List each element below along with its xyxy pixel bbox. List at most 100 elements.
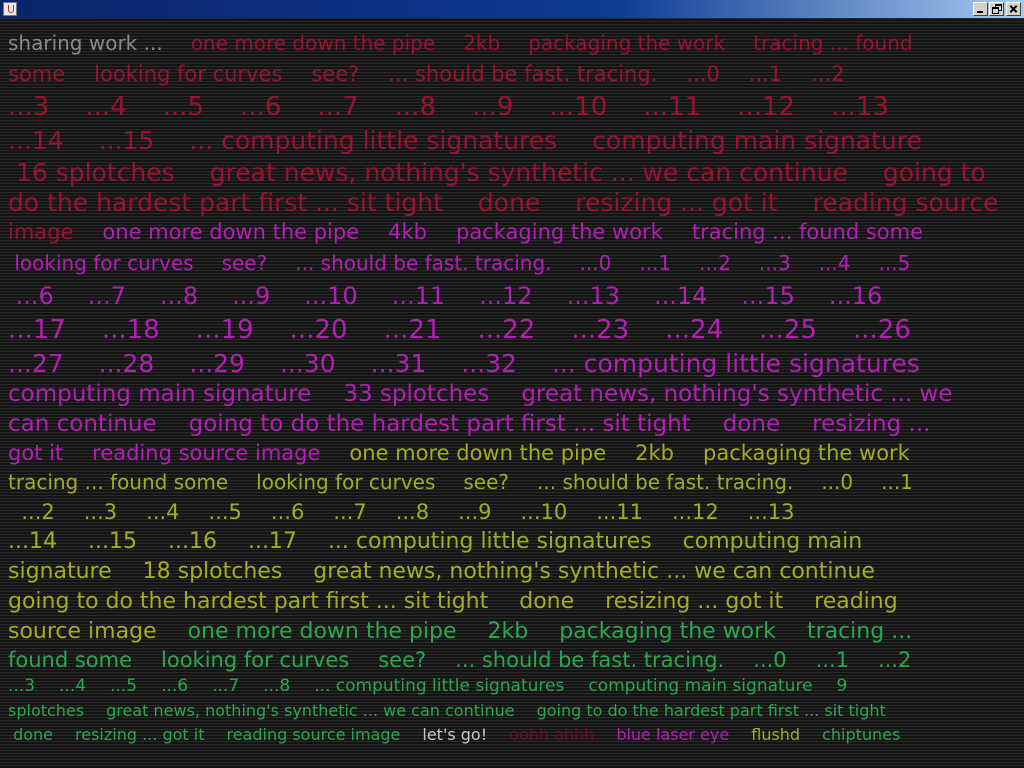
log-message: ...7 bbox=[87, 282, 126, 310]
log-message: image bbox=[8, 220, 74, 244]
log-message: ...10 bbox=[520, 500, 568, 524]
log-message: ... computing little signatures bbox=[189, 126, 558, 155]
log-message: 2kb bbox=[487, 619, 529, 644]
log-message: do the hardest part first ... sit tight bbox=[8, 188, 443, 217]
log-message: ...2 bbox=[8, 500, 55, 524]
log-line: 16 splotches great news, nothing's synthe… bbox=[8, 157, 1012, 188]
log-message: ...8 bbox=[159, 282, 199, 310]
log-message: packaging the work bbox=[528, 31, 726, 55]
log-message: ... should be fast. tracing. bbox=[388, 62, 658, 86]
log-message: tracing ... found bbox=[753, 31, 913, 55]
log-message: ...32 bbox=[461, 349, 517, 378]
log-message: one more down the pipe bbox=[187, 619, 457, 644]
log-line: ...3 ...4 ...5 ...6 ...7 ...8 ... computing li… bbox=[8, 674, 1012, 699]
log-message: ...2 bbox=[811, 62, 845, 86]
log-line: tracing ... found some looking for curves… bbox=[8, 468, 1012, 497]
log-message: 2kb bbox=[635, 441, 674, 465]
maximize-button[interactable] bbox=[989, 2, 1004, 16]
log-line: ...27 ...28 ...29 ...30 ...31 ...32 ... comput… bbox=[8, 348, 1012, 379]
log-message: see? bbox=[221, 251, 268, 275]
log-message: done bbox=[8, 725, 54, 744]
log-line: splotches great news, nothing's synthetic… bbox=[8, 699, 1012, 723]
log-message: ...2 bbox=[699, 251, 731, 275]
log-line: going to do the hardest part first ... s… bbox=[8, 587, 1012, 617]
log-message: see? bbox=[378, 648, 427, 672]
log-message: ...7 bbox=[212, 676, 240, 696]
log-message: 4kb bbox=[388, 220, 427, 244]
log-message: ...16 bbox=[828, 282, 883, 310]
log-message: ...1 bbox=[639, 251, 672, 275]
log-message: ...27 bbox=[8, 349, 64, 378]
log-message: computing main bbox=[682, 529, 863, 554]
log-message: ... should be fast. tracing. bbox=[537, 470, 794, 494]
log-message: ...9 bbox=[232, 282, 271, 310]
log-message: ...11 bbox=[391, 282, 446, 310]
log-message: ...14 bbox=[654, 282, 708, 310]
log-line: do the hardest part first ... sit tight d… bbox=[8, 188, 1012, 218]
log-line: ...14 ...15 ...16 ...17 ... computing little… bbox=[8, 527, 1012, 557]
log-message: resizing ... got it bbox=[75, 725, 205, 744]
log-message: ...8 bbox=[263, 676, 291, 696]
log-message: ...10 bbox=[549, 92, 608, 122]
log-message: ...10 bbox=[304, 282, 358, 310]
log-message: oohh ahhh bbox=[509, 725, 595, 744]
log-message: ...5 bbox=[878, 251, 911, 275]
log-message: let's go! bbox=[422, 725, 488, 744]
log-message: ... computing little signatures bbox=[327, 529, 652, 554]
minimize-button[interactable] bbox=[973, 2, 988, 16]
log-message: ...31 bbox=[370, 349, 427, 378]
log-message: ...2 bbox=[878, 648, 912, 672]
log-message: ...6 bbox=[270, 500, 305, 524]
log-line: found some looking for curves see? ... shou… bbox=[8, 646, 1012, 674]
log-message: ...3 bbox=[83, 500, 118, 524]
log-message: ...13 bbox=[747, 500, 795, 524]
java-cup-icon[interactable] bbox=[3, 2, 17, 16]
log-line: sharing work ... one more down the pipe 2k… bbox=[8, 28, 1012, 58]
log-message: resizing ... got it bbox=[575, 188, 778, 217]
log-message: ...30 bbox=[279, 349, 336, 378]
log-message: ... should be fast. tracing. bbox=[295, 251, 552, 275]
log-message: ...17 bbox=[8, 315, 66, 345]
log-line: source image one more down the pipe 2kb pac… bbox=[8, 617, 1012, 646]
log-message: computing main signature bbox=[588, 676, 813, 696]
log-message: looking for curves bbox=[8, 251, 194, 275]
log-message: 2kb bbox=[463, 31, 501, 55]
log-message: signature bbox=[8, 559, 112, 584]
log-message: ...15 bbox=[98, 126, 155, 155]
log-message: great news, nothing's synthetic ... we c… bbox=[313, 559, 875, 584]
log-message: reading bbox=[814, 589, 898, 614]
log-message: see? bbox=[463, 470, 510, 494]
log-message: ...24 bbox=[665, 315, 724, 345]
log-message: see? bbox=[311, 62, 360, 86]
log-message: ...1 bbox=[881, 470, 913, 494]
log-message: ... computing little signatures bbox=[314, 676, 565, 696]
log-message: packaging the work bbox=[559, 619, 776, 644]
log-message: going to bbox=[882, 158, 986, 187]
log-message: reading source bbox=[812, 188, 999, 217]
log-message: ...9 bbox=[472, 92, 514, 122]
log-canvas: sharing work ... one more down the pipe 2k… bbox=[0, 18, 1024, 768]
log-message: 16 splotches bbox=[8, 158, 175, 187]
title-bar[interactable] bbox=[0, 0, 1024, 18]
log-message: ...0 bbox=[686, 62, 720, 86]
log-message: ...3 bbox=[758, 251, 791, 275]
log-message: ...5 bbox=[110, 676, 138, 696]
log-message: ...3 bbox=[8, 676, 36, 696]
log-message: ...28 bbox=[98, 349, 155, 378]
log-message: ...6 bbox=[8, 282, 54, 310]
log-line: image one more down the pipe 4kb packaging … bbox=[8, 218, 1012, 247]
close-button[interactable] bbox=[1006, 2, 1021, 16]
log-message: ...5 bbox=[208, 500, 242, 524]
log-message: got it bbox=[8, 441, 64, 465]
log-message: source image bbox=[8, 619, 157, 644]
log-message: ...19 bbox=[195, 315, 254, 345]
log-message: ...15 bbox=[741, 282, 795, 310]
log-message: splotches bbox=[8, 701, 85, 720]
log-message: some bbox=[8, 62, 66, 86]
log-message: ...4 bbox=[818, 251, 851, 275]
log-message: sharing work ... bbox=[8, 31, 163, 55]
log-message: done bbox=[477, 188, 541, 217]
log-line: some looking for curves see? ... should be … bbox=[8, 58, 1012, 90]
log-message: ...4 bbox=[85, 92, 127, 122]
log-message: ...8 bbox=[395, 500, 430, 524]
